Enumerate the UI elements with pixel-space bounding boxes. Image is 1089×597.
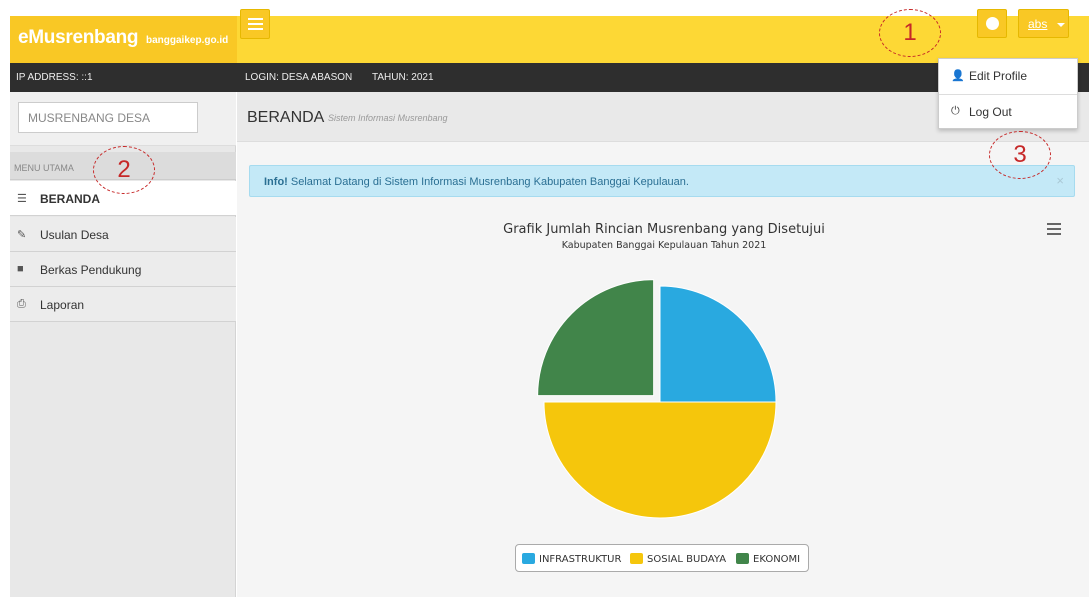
user-name: abs <box>1028 17 1048 31</box>
user-menu-button[interactable]: abs <box>1018 9 1069 38</box>
pie-slice-ekonomi[interactable] <box>537 279 655 397</box>
globe-button[interactable] <box>977 9 1007 38</box>
info-alert: Info! Selamat Datang di Sistem Informasi… <box>249 165 1075 197</box>
menu-item-log-out[interactable]: ⏻ Log Out <box>939 95 1077 129</box>
annotation-number: 3 <box>1013 141 1027 168</box>
year-info: TAHUN: 2021 <box>372 72 434 83</box>
hamburger-icon <box>248 18 263 20</box>
power-icon: ⏻ <box>951 105 960 117</box>
brand-name: eMusrenbang <box>18 27 139 48</box>
legend-swatch <box>522 553 535 564</box>
legend-swatch <box>630 553 643 564</box>
legend-label: EKONOMI <box>753 554 801 565</box>
menu-item-edit-profile[interactable]: 👤 Edit Profile <box>939 59 1077 93</box>
legend-swatch <box>736 553 749 564</box>
user-dropdown-menu: 👤 Edit Profile ⏻ Log Out <box>938 58 1078 129</box>
globe-icon <box>986 17 999 30</box>
context-label: MUSRENBANG DESA <box>18 102 198 133</box>
print-icon: ⎙ <box>17 298 26 310</box>
annotation-1: 1 <box>879 9 941 57</box>
menu-item-label: Log Out <box>969 105 1012 119</box>
alert-strong: Info! <box>264 176 288 188</box>
user-icon: 👤 <box>951 70 965 82</box>
chart-legend: INFRASTRUKTUR SOSIAL BUDAYA EKONOMI <box>515 544 809 572</box>
alert-message: Info! Selamat Datang di Sistem Informasi… <box>264 176 689 188</box>
sidebar-item-label: Laporan <box>40 298 85 312</box>
page-subtitle: Sistem Informasi Musrenbang <box>328 113 448 123</box>
login-info: LOGIN: DESA ABASON <box>245 72 353 83</box>
sidebar-item-label: Berkas Pendukung <box>40 263 142 277</box>
chart-menu-button[interactable] <box>1047 223 1061 235</box>
legend-label: INFRASTRUKTUR <box>539 554 622 565</box>
list-icon: ☰ <box>17 193 27 205</box>
sidebar-item-usulan-desa[interactable]: ✎ Usulan Desa <box>10 217 236 252</box>
ip-address: IP ADDRESS: ::1 <box>16 72 93 83</box>
page-title: BERANDA <box>247 109 325 126</box>
book-icon: ■ <box>17 263 24 275</box>
hamburger-icon-bar <box>248 28 263 30</box>
annotation-number: 2 <box>117 156 131 183</box>
sidebar-item-label: Usulan Desa <box>40 228 109 242</box>
legend-item-infrastruktur[interactable]: INFRASTRUKTUR <box>522 553 621 565</box>
legend-item-ekonomi[interactable]: EKONOMI <box>736 553 800 565</box>
pie-chart <box>537 279 777 519</box>
legend-item-sosial-budaya[interactable]: SOSIAL BUDAYA <box>630 553 726 565</box>
brand-domain: banggaikep.go.id <box>146 35 229 46</box>
brand[interactable]: eMusrenbang banggaikep.go.id <box>10 16 237 63</box>
hamburger-icon-bar <box>248 23 263 25</box>
annotation-2: 2 <box>93 146 155 194</box>
sidebar-item-label: BERANDA <box>40 192 100 206</box>
caret-down-icon <box>1057 23 1065 27</box>
alert-text: Selamat Datang di Sistem Informasi Musre… <box>287 176 689 188</box>
menu-item-label: Edit Profile <box>969 69 1028 83</box>
sidebar-header: MUSRENBANG DESA <box>10 92 236 146</box>
chart-title: Grafik Jumlah Rincian Musrenbang yang Di… <box>503 222 825 237</box>
close-icon[interactable]: × <box>1056 173 1064 188</box>
info-bar: IP ADDRESS: ::1 LOGIN: DESA ABASON TAHUN… <box>10 63 1089 92</box>
annotation-number: 1 <box>903 19 917 46</box>
sidebar-item-berkas-pendukung[interactable]: ■ Berkas Pendukung <box>10 252 236 287</box>
pie-slice-sosial-budaya[interactable] <box>543 401 777 519</box>
menu-header-label: MENU UTAMA <box>14 163 74 173</box>
sidebar-item-laporan[interactable]: ⎙ Laporan <box>10 287 236 322</box>
legend-label: SOSIAL BUDAYA <box>647 554 727 565</box>
chart-subtitle: Kabupaten Banggai Kepulauan Tahun 2021 <box>561 240 767 251</box>
sidebar-toggle-button[interactable] <box>240 9 270 39</box>
annotation-3: 3 <box>989 131 1051 179</box>
edit-icon: ✎ <box>17 229 27 241</box>
pie-slice-infrastruktur[interactable] <box>659 285 777 403</box>
